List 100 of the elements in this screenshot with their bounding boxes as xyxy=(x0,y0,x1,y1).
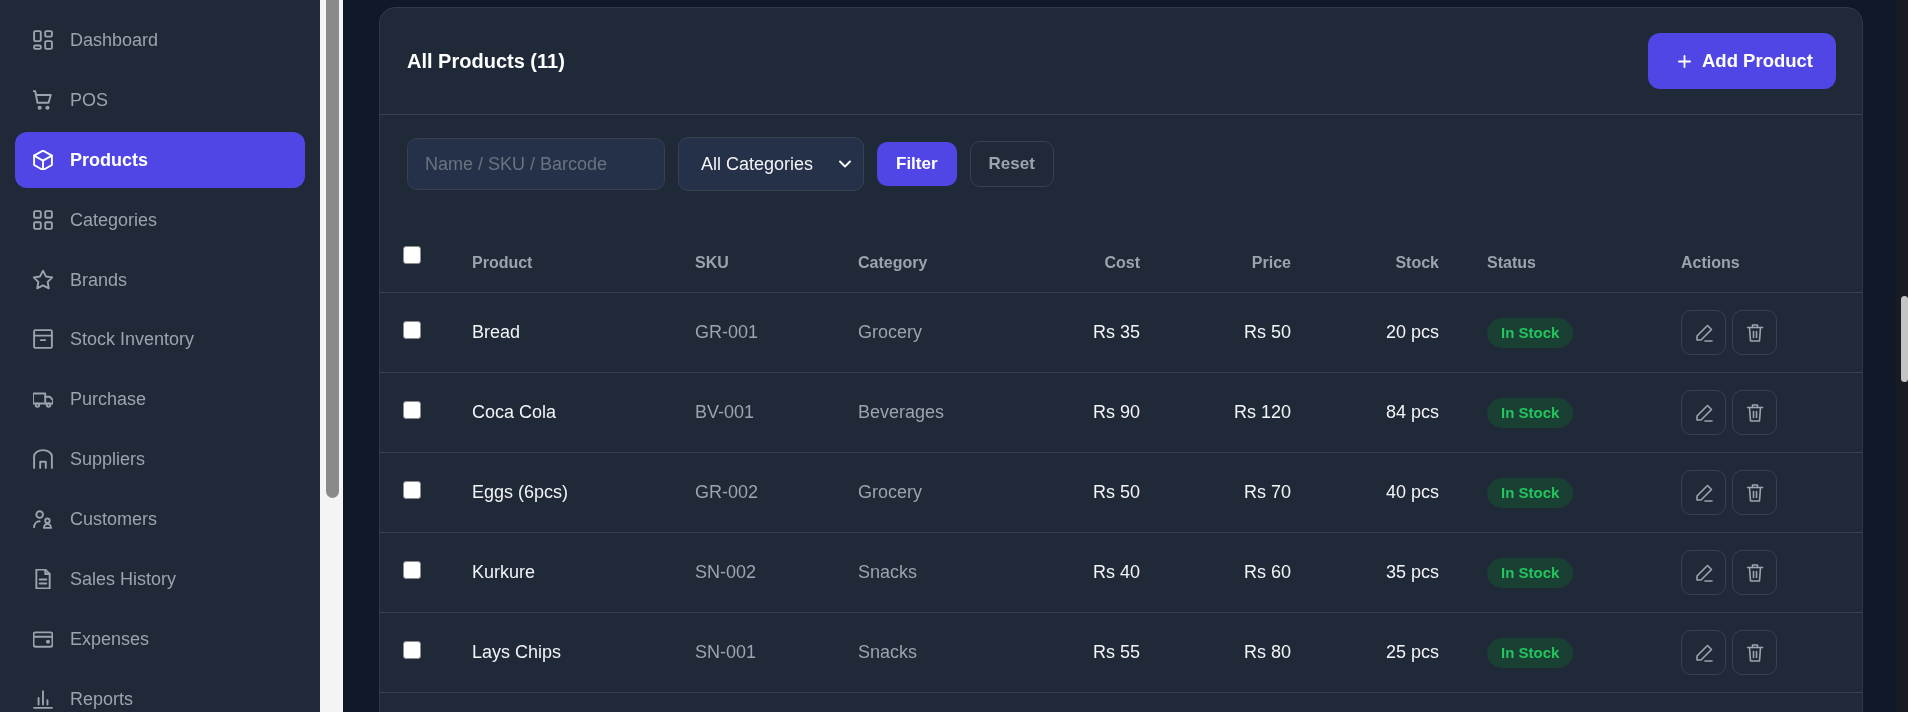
edit-button[interactable] xyxy=(1681,470,1726,515)
sidebar-item[interactable]: Dashboard xyxy=(15,12,305,68)
row-checkbox[interactable] xyxy=(403,481,421,499)
delete-button[interactable] xyxy=(1732,470,1777,515)
cube-icon xyxy=(33,149,53,170)
sidebar-item[interactable]: Customers xyxy=(15,491,305,548)
price-cell: Rs 70 xyxy=(1243,482,1291,503)
product-name: Coca Cola xyxy=(472,402,557,423)
cost-cell: Rs 35 xyxy=(1092,322,1140,343)
category-cell: Snacks xyxy=(858,642,918,663)
sidebar-item[interactable]: Suppliers xyxy=(15,431,305,488)
sidebar-item[interactable]: Products xyxy=(15,131,305,188)
edit-button[interactable] xyxy=(1681,390,1726,435)
column-header: Price xyxy=(1251,254,1291,272)
document-icon xyxy=(33,569,53,589)
wallet-icon xyxy=(33,628,53,649)
edit-button[interactable] xyxy=(1681,550,1726,595)
filter-button[interactable]: Filter xyxy=(877,142,957,186)
sidebar-item[interactable]: Purchase xyxy=(15,371,305,428)
sidebar-item[interactable]: Sales History xyxy=(15,551,305,607)
product-name: Lays Chips xyxy=(472,642,562,663)
category-select[interactable]: All Categories xyxy=(678,137,864,191)
category-cell: Snacks xyxy=(858,562,918,583)
column-header: Category xyxy=(858,254,928,272)
building-icon xyxy=(33,449,53,470)
column-header: Product xyxy=(472,254,533,272)
stock-cell: 20 pcs xyxy=(1385,322,1439,343)
sidebar-item[interactable]: Brands xyxy=(15,251,305,308)
add-product-button[interactable]: Add Product xyxy=(1648,33,1836,89)
archive-icon xyxy=(33,329,53,350)
delete-button[interactable] xyxy=(1732,550,1777,595)
product-name: Bread xyxy=(472,322,521,343)
column-header: Status xyxy=(1487,254,1536,272)
sidebar-item[interactable]: Stock Inventory xyxy=(15,311,305,368)
price-cell: Rs 80 xyxy=(1243,642,1291,663)
category-cell: Beverages xyxy=(858,402,945,423)
trash-icon xyxy=(1745,483,1764,502)
plus-icon xyxy=(1678,54,1691,68)
delete-button[interactable] xyxy=(1732,310,1777,355)
pencil-icon xyxy=(1694,483,1713,502)
cost-cell: Rs 90 xyxy=(1092,402,1140,423)
select-all-checkbox[interactable] xyxy=(403,246,421,264)
scrollbar-thumb[interactable] xyxy=(326,0,339,498)
stock-cell: 25 pcs xyxy=(1385,642,1439,663)
trash-icon xyxy=(1745,643,1764,662)
sku-cell: GR-001 xyxy=(695,322,759,343)
delete-button[interactable] xyxy=(1732,630,1777,675)
scrollbar-thumb[interactable] xyxy=(1901,296,1908,382)
star-icon xyxy=(33,269,53,290)
sku-cell: SN-001 xyxy=(695,642,757,663)
sidebar-item[interactable]: Reports xyxy=(15,670,305,712)
bar-chart-icon xyxy=(33,688,53,709)
product-name: Eggs (6pcs) xyxy=(472,482,569,503)
sku-cell: BV-001 xyxy=(695,402,755,423)
cart-icon xyxy=(33,89,53,110)
pencil-icon xyxy=(1694,643,1713,662)
product-name: Kurkure xyxy=(472,562,536,583)
sidebar-item[interactable]: Expenses xyxy=(15,610,305,667)
status-badge: In Stock xyxy=(1487,557,1574,588)
chevron-down-icon xyxy=(839,160,851,168)
pencil-icon xyxy=(1694,403,1713,422)
reset-button[interactable]: Reset xyxy=(969,141,1054,187)
row-checkbox[interactable] xyxy=(403,641,421,659)
delete-button[interactable] xyxy=(1732,390,1777,435)
trash-icon xyxy=(1745,563,1764,582)
stock-cell: 84 pcs xyxy=(1385,402,1439,423)
row-checkbox[interactable] xyxy=(403,401,421,419)
trash-icon xyxy=(1745,323,1764,342)
stock-cell: 40 pcs xyxy=(1385,482,1439,503)
sidebar-item[interactable]: POS xyxy=(15,71,305,128)
column-header: SKU xyxy=(695,254,729,272)
price-cell: Rs 120 xyxy=(1233,402,1291,423)
status-badge: In Stock xyxy=(1487,637,1574,668)
category-cell: Grocery xyxy=(858,322,922,343)
column-header: Cost xyxy=(1104,254,1140,272)
price-cell: Rs 50 xyxy=(1243,322,1291,343)
sku-cell: SN-002 xyxy=(695,562,757,583)
price-cell: Rs 60 xyxy=(1243,562,1291,583)
sku-cell: GR-002 xyxy=(695,482,759,503)
sidebar-item[interactable]: Categories xyxy=(15,191,305,248)
grid-icon xyxy=(33,209,53,230)
cost-cell: Rs 55 xyxy=(1092,642,1140,663)
column-header: Stock xyxy=(1395,254,1439,272)
trash-icon xyxy=(1745,403,1764,422)
pencil-icon xyxy=(1694,563,1713,582)
category-cell: Grocery xyxy=(858,482,922,503)
edit-button[interactable] xyxy=(1681,310,1726,355)
search-field[interactable]: Name / SKU / Barcode xyxy=(407,138,665,190)
row-checkbox[interactable] xyxy=(403,561,421,579)
layout-grid-icon xyxy=(33,30,53,50)
status-badge: In Stock xyxy=(1487,397,1574,428)
status-badge: In Stock xyxy=(1487,477,1574,508)
status-badge: In Stock xyxy=(1487,317,1574,348)
edit-button[interactable] xyxy=(1681,630,1726,675)
cost-cell: Rs 50 xyxy=(1092,482,1140,503)
stock-cell: 35 pcs xyxy=(1385,562,1439,583)
row-checkbox[interactable] xyxy=(403,321,421,339)
column-header: Actions xyxy=(1681,254,1740,272)
card-title: All Products (11) xyxy=(407,49,565,73)
cost-cell: Rs 40 xyxy=(1092,562,1140,583)
